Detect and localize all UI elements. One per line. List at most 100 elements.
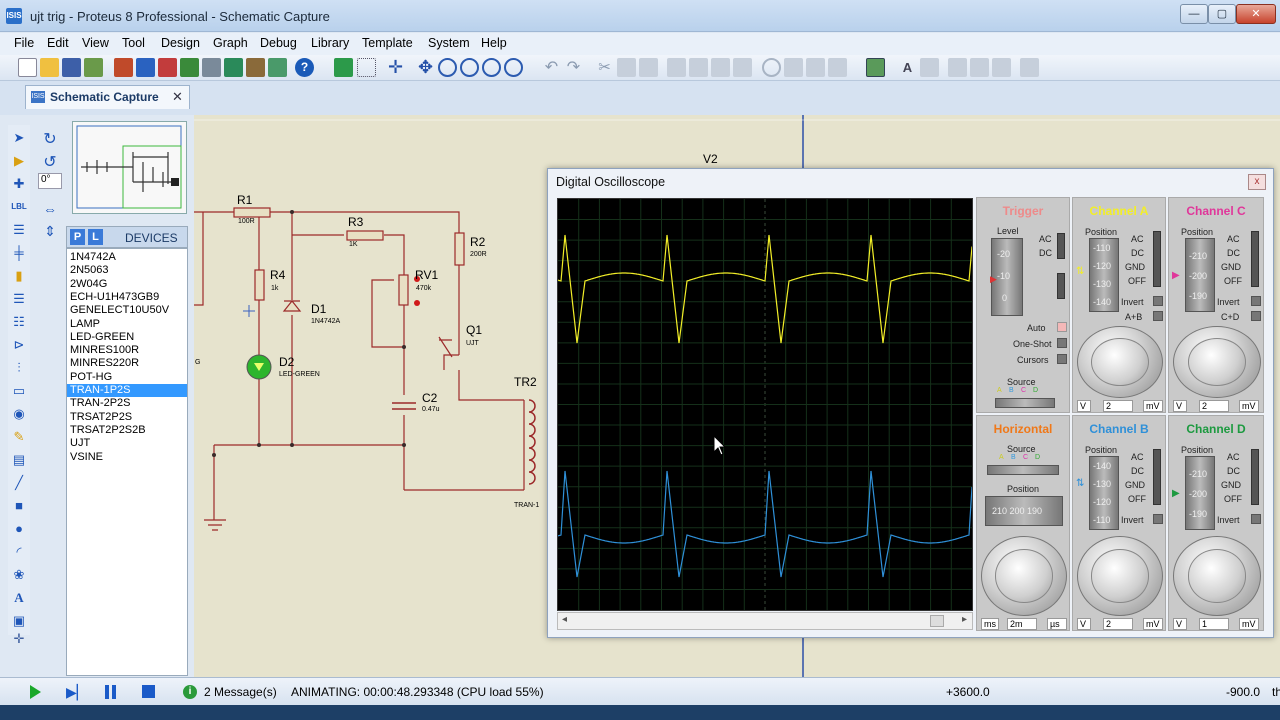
rotate-anticlockwise-icon[interactable]: ↺ (40, 152, 60, 172)
library-manager-button[interactable]: L (88, 229, 103, 245)
search-icon[interactable]: A (898, 58, 917, 77)
close-window-button[interactable]: ✕ (1236, 4, 1276, 24)
maximize-button[interactable]: ▢ (1208, 4, 1236, 24)
import-icon[interactable] (84, 58, 103, 77)
property-assign-icon[interactable] (920, 58, 939, 77)
scroll-right-icon[interactable]: ▸ (962, 614, 967, 625)
box-icon[interactable]: ■ (10, 497, 28, 515)
graph-icon[interactable]: ⫶ (10, 359, 28, 377)
minimize-button[interactable]: — (1180, 4, 1208, 24)
channel-a-invert-toggle[interactable] (1153, 296, 1163, 306)
channel-d-invert-toggle[interactable] (1251, 514, 1261, 524)
cursors-toggle[interactable] (1057, 354, 1067, 364)
arc-icon[interactable]: ◜ (10, 543, 28, 561)
zoom-out-icon[interactable] (460, 58, 479, 77)
step-icon[interactable]: ▶▏ (66, 684, 88, 701)
isis-icon[interactable] (136, 58, 155, 77)
path-icon[interactable]: ❀ (10, 566, 28, 584)
subcircuit-icon[interactable]: ▮ (10, 267, 28, 285)
wire-autorouter-icon[interactable] (866, 58, 885, 77)
device-list-item[interactable]: GENELECT10U50V (67, 304, 187, 317)
channel-a-scale-knob[interactable] (1077, 326, 1163, 398)
origin-icon[interactable]: ✛ (386, 58, 405, 77)
redo-icon[interactable]: ↷ (564, 58, 583, 77)
back-icon[interactable] (180, 58, 199, 77)
messages-count[interactable]: 2 Message(s) (204, 685, 277, 699)
device-pins-icon[interactable]: ☷ (10, 313, 28, 331)
menu-design[interactable]: Design (161, 36, 200, 50)
decompose-icon[interactable] (828, 58, 847, 77)
source-icon[interactable] (246, 58, 265, 77)
device-list-item[interactable]: TRSAT2P2S2B (67, 424, 187, 437)
copy-icon[interactable] (617, 58, 636, 77)
generator-icon[interactable]: ⊳ (10, 336, 28, 354)
bom-icon[interactable] (224, 58, 243, 77)
channel-d-scale-knob[interactable] (1173, 536, 1261, 616)
virtual-instruments-icon[interactable]: ◉ (10, 405, 28, 423)
buses-icon[interactable]: ╪ (10, 244, 28, 262)
ares-icon[interactable] (158, 58, 177, 77)
channel-c-position-slider[interactable]: -210 -200 -190 (1185, 238, 1215, 312)
pause-icon[interactable] (105, 685, 109, 699)
channel-a-position-slider[interactable]: -110 -120 -130 -140 (1089, 238, 1119, 312)
netlist-icon[interactable] (1020, 58, 1039, 77)
junction-dot-icon[interactable]: ✚ (10, 175, 28, 193)
block-copy-icon[interactable] (667, 58, 686, 77)
menu-debug[interactable]: Debug (260, 36, 297, 50)
menu-graph[interactable]: Graph (213, 36, 248, 50)
pan-icon[interactable]: ✥ (416, 58, 435, 77)
save-icon[interactable] (62, 58, 81, 77)
block-delete-icon[interactable] (733, 58, 752, 77)
terminals-icon[interactable]: ☰ (10, 290, 28, 308)
tab-close-icon[interactable]: ✕ (172, 89, 183, 105)
channel-b-position-slider[interactable]: -140 -130 -120 -110 (1089, 456, 1119, 530)
stop-icon[interactable] (142, 685, 155, 698)
text-script-icon[interactable]: ☰ (10, 221, 28, 239)
menu-file[interactable]: File (14, 36, 34, 50)
channel-a-sum-toggle[interactable] (1153, 311, 1163, 321)
channel-d-coupling-switch[interactable] (1251, 449, 1259, 505)
play-icon[interactable] (30, 685, 41, 699)
new-icon[interactable] (18, 58, 37, 77)
trigger-source-slider[interactable] (995, 398, 1055, 408)
device-list-item[interactable]: VSINE (67, 451, 187, 464)
device-list-item[interactable]: 1N4742A (67, 251, 187, 264)
oscilloscope-close-button[interactable]: x (1248, 174, 1266, 190)
device-list-item[interactable]: LAMP (67, 318, 187, 331)
channel-c-sum-toggle[interactable] (1251, 311, 1261, 321)
packaging-icon[interactable] (806, 58, 825, 77)
trigger-level-slider[interactable]: -20 -10 0 ▶ (990, 238, 1023, 316)
wire-label-icon[interactable]: LBL (10, 198, 28, 216)
block-rotate-icon[interactable] (711, 58, 730, 77)
component-mode-icon[interactable]: ▶ (10, 152, 28, 170)
mirror-x-icon[interactable]: ⇔ (40, 201, 60, 221)
device-list-item[interactable]: POT-HG (67, 371, 187, 384)
remove-sheet-icon[interactable] (970, 58, 989, 77)
zoom-in-icon[interactable] (438, 58, 457, 77)
help-icon[interactable]: ? (295, 58, 314, 77)
device-list-item[interactable]: TRAN-1P2S (67, 384, 187, 398)
new-sheet-icon[interactable] (948, 58, 967, 77)
instrument-icon[interactable]: ▤ (10, 451, 28, 469)
device-list-item[interactable]: LED-GREEN (67, 331, 187, 344)
channel-b-invert-toggle[interactable] (1153, 514, 1163, 524)
menu-view[interactable]: View (82, 36, 109, 50)
horizontal-source-slider[interactable] (987, 465, 1059, 475)
device-list-item[interactable]: UJT (67, 437, 187, 450)
channel-b-coupling-switch[interactable] (1153, 449, 1161, 505)
menu-system[interactable]: System (428, 36, 470, 50)
scroll-thumb[interactable] (930, 615, 944, 627)
device-list-item[interactable]: MINRES100R (67, 344, 187, 357)
pick-icon[interactable] (762, 58, 781, 77)
text-icon[interactable]: A (10, 589, 28, 607)
trigger-coupling-switch[interactable] (1057, 233, 1065, 259)
pick-devices-button[interactable]: P (70, 229, 85, 245)
auto-toggle[interactable] (1057, 322, 1067, 332)
device-list-item[interactable]: MINRES220R (67, 357, 187, 370)
symbol-icon[interactable]: ▣ (10, 612, 28, 630)
block-move-icon[interactable] (689, 58, 708, 77)
overview-window[interactable] (72, 121, 187, 214)
undo-icon[interactable]: ↶ (542, 58, 561, 77)
zoom-area-icon[interactable] (504, 58, 523, 77)
menu-tool[interactable]: Tool (122, 36, 145, 50)
